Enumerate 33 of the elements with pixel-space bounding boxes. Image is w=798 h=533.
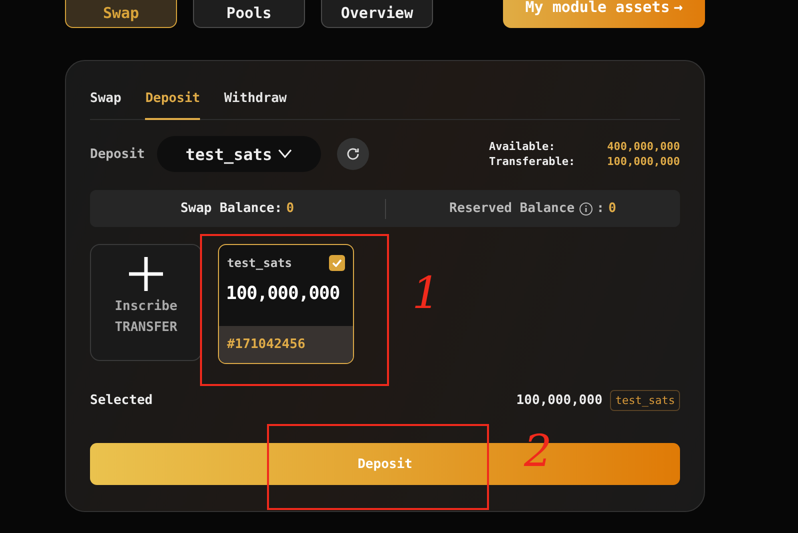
deposit-label: Deposit	[90, 146, 145, 162]
checkmark-icon	[332, 259, 342, 267]
nav-tab[interactable]: Swap	[65, 0, 177, 28]
inscription-ticker: test_sats	[227, 256, 292, 270]
nav-tab[interactable]: Overview	[321, 0, 433, 28]
reserved-balance-label: Reserved Balance	[449, 201, 575, 216]
colon-separator: :	[596, 201, 604, 216]
transferable-value: 100,000,000	[607, 155, 680, 168]
inscribe-transfer-button[interactable]: Inscribe TRANSFER	[90, 244, 202, 361]
ticker-tag: test_sats	[610, 390, 680, 411]
info-icon[interactable]	[578, 202, 593, 216]
refresh-button[interactable]	[336, 138, 369, 170]
swap-balance-label: Swap Balance:	[180, 201, 282, 216]
nav-tab[interactable]: Pools	[193, 0, 305, 28]
available-value: 400,000,000	[607, 140, 680, 153]
chevron-down-icon	[278, 149, 292, 159]
tab[interactable]: Deposit	[145, 91, 200, 120]
reserved-balance-value: 0	[608, 201, 616, 216]
inscription-card[interactable]: test_sats 100,000,000 #171042456	[218, 244, 354, 364]
swap-balance-value: 0	[286, 201, 294, 216]
plus-icon	[127, 255, 165, 293]
selected-amount: 100,000,000	[516, 393, 602, 408]
available-label: Available:	[489, 140, 556, 153]
tab[interactable]: Swap	[90, 91, 122, 120]
checkbox[interactable]	[329, 255, 345, 271]
inscription-amount: 100,000,000	[225, 282, 341, 304]
transferable-label: Transferable:	[489, 155, 576, 168]
refresh-icon	[346, 147, 360, 161]
inscription-number: #171042456	[219, 326, 353, 363]
token-dropdown[interactable]: test_sats	[156, 136, 321, 172]
annotation-number: 1	[412, 272, 440, 316]
tab[interactable]: Withdraw	[224, 91, 287, 120]
selected-label: Selected	[90, 393, 153, 408]
